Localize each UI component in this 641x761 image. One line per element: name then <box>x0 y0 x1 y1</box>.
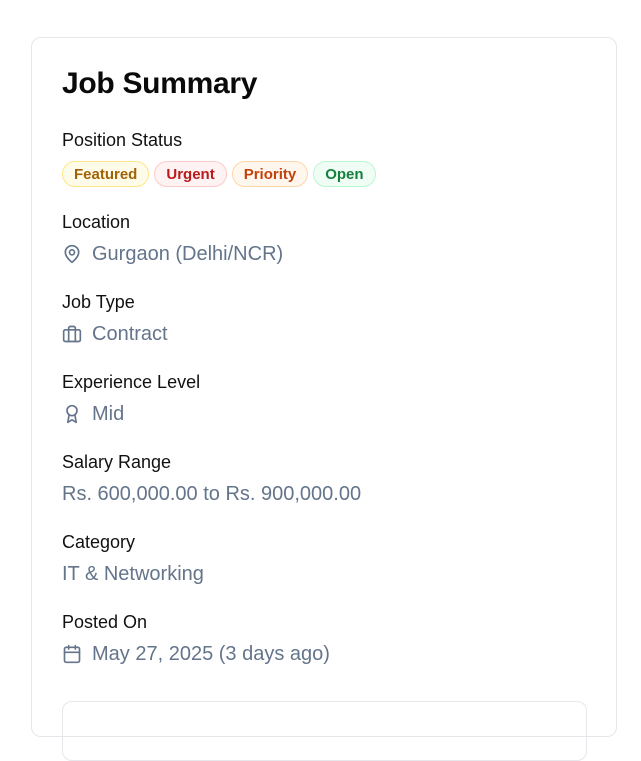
posted-row: May 27, 2025 (3 days ago) <box>62 641 330 667</box>
category-value: IT & Networking <box>62 563 204 585</box>
job-type-row: Contract <box>62 321 168 347</box>
position-status-label: Position Status <box>62 130 183 150</box>
category-row: IT & Networking <box>62 561 204 587</box>
experience-section: Experience Level Mid <box>62 371 200 427</box>
category-label: Category <box>62 532 136 552</box>
priority-badge: Priority <box>231 161 309 187</box>
status-badges: Featured Urgent Priority Open <box>62 161 376 187</box>
posted-label: Posted On <box>62 612 148 632</box>
salary-section: Salary Range Rs. 600,000.00 to Rs. 900,0… <box>62 451 361 507</box>
location-value: Gurgaon (Delhi/NCR) <box>92 243 284 265</box>
calendar-icon <box>62 644 82 664</box>
job-type-value: Contract <box>92 323 168 345</box>
job-summary-card: Job Summary Position Status Featured Urg… <box>31 37 617 761</box>
salary-label: Salary Range <box>62 452 172 472</box>
next-panel <box>62 701 587 761</box>
experience-value: Mid <box>92 403 125 425</box>
position-status-section: Position Status Featured Urgent Priority… <box>62 129 376 187</box>
job-type-section: Job Type Contract <box>62 291 168 347</box>
job-type-label: Job Type <box>62 292 135 312</box>
urgent-badge: Urgent <box>154 161 227 187</box>
category-section: Category IT & Networking <box>62 531 204 587</box>
card-title: Job Summary <box>62 67 258 100</box>
award-icon <box>62 404 82 424</box>
salary-value: Rs. 600,000.00 to Rs. 900,000.00 <box>62 483 362 505</box>
experience-label: Experience Level <box>62 372 201 392</box>
posted-section: Posted On May 27, 2025 (3 days ago) <box>62 611 330 667</box>
location-row: Gurgaon (Delhi/NCR) <box>62 241 283 267</box>
map-pin-icon <box>62 244 82 264</box>
featured-badge: Featured <box>62 161 150 187</box>
location-label: Location <box>62 212 131 232</box>
open-badge: Open <box>313 161 376 187</box>
briefcase-icon <box>62 324 82 344</box>
experience-row: Mid <box>62 401 200 427</box>
salary-row: Rs. 600,000.00 to Rs. 900,000.00 <box>62 481 361 507</box>
location-section: Location Gurgaon (Delhi/NCR) <box>62 211 283 267</box>
posted-value: May 27, 2025 (3 days ago) <box>92 643 330 665</box>
